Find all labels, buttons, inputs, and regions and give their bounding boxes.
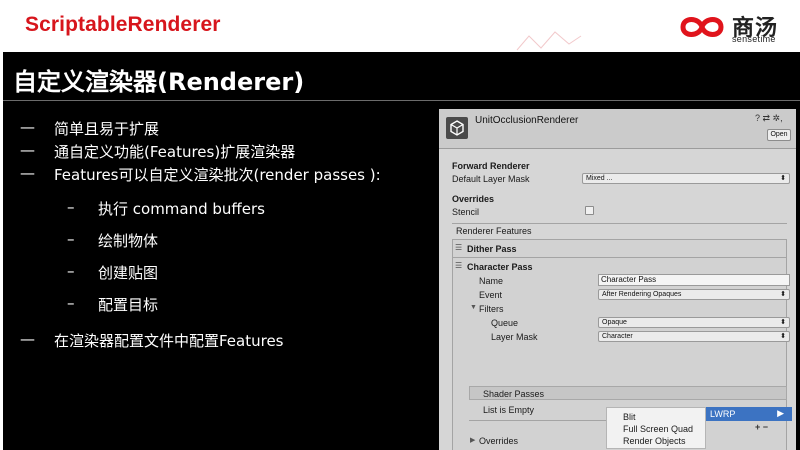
unity-cube-icon	[450, 120, 464, 136]
section-divider	[452, 223, 787, 224]
character-pass-label[interactable]: Character Pass	[467, 262, 533, 272]
logo-english-text: sensetime	[732, 34, 776, 44]
menu-item-lwrp[interactable]: LWRP ▶	[706, 407, 792, 421]
slide-heading: 自定义渲染器(Renderer)	[13, 68, 305, 96]
sub-bullet-text: 配置目标	[98, 296, 159, 314]
add-feature-context-menu: Blit Full Screen Quad Render Objects	[606, 407, 706, 449]
overrides-label: Overrides	[452, 194, 495, 204]
slide-title: ScriptableRenderer	[25, 13, 221, 36]
infinity-icon	[680, 17, 724, 37]
stencil-checkbox[interactable]	[585, 206, 594, 215]
sub-bullet-text: 创建贴图	[98, 264, 159, 282]
inspector-title: UnitOcclusionRenderer	[475, 115, 579, 126]
bullet-text: Features可以自定义渲染批次(render passes ):	[54, 166, 381, 184]
submenu-arrow-icon: ▶	[777, 408, 784, 418]
list-empty-label: List is Empty	[483, 405, 535, 415]
slide-body: 自定义渲染器(Renderer) — 简单且易于扩展 — 通自定义功能(Feat…	[3, 52, 800, 450]
sub-bullet-text: 绘制物体	[98, 232, 159, 250]
name-input[interactable]: Character Pass	[598, 274, 790, 286]
unity-inspector-panel: UnitOcclusionRenderer ? ⇄ ✲, Open Forwar…	[439, 109, 796, 450]
top-bar: ScriptableRenderer 商汤 sensetime	[0, 0, 800, 51]
filters-label[interactable]: Filters	[479, 304, 504, 314]
dropdown-value: After Rendering Opaques	[602, 291, 682, 298]
renderer-features-label: Renderer Features	[456, 226, 532, 236]
bullet-text: 在渲染器配置文件中配置Features	[54, 332, 284, 350]
dropdown-value: Opaque	[602, 319, 627, 326]
decorative-lines	[516, 31, 582, 51]
dither-pass-label[interactable]: Dither Pass	[467, 244, 517, 254]
foldout-triangle-icon[interactable]: ▼	[470, 304, 477, 311]
bullet-text: 通自定义功能(Features)扩展渲染器	[54, 143, 296, 161]
overrides-fold-label[interactable]: Overrides	[479, 436, 518, 446]
unity-icon	[446, 117, 468, 139]
menu-item-blit[interactable]: Blit	[623, 412, 636, 422]
layer-mask-label: Layer Mask	[491, 332, 538, 342]
bullet-dash: —	[20, 330, 35, 348]
bullet-dash: —	[20, 141, 35, 159]
foldout-triangle-icon[interactable]: ▶	[470, 436, 475, 444]
inspector-header-icons[interactable]: ? ⇄ ✲,	[755, 113, 783, 124]
inspector-header: UnitOcclusionRenderer ? ⇄ ✲, Open	[439, 109, 796, 149]
menu-item-full-screen-quad[interactable]: Full Screen Quad	[623, 424, 693, 434]
sub-bullet-dash: –	[67, 198, 75, 216]
default-layer-mask-dropdown[interactable]: Mixed ... ⬍	[582, 173, 790, 184]
bullet-text: 简单且易于扩展	[54, 120, 160, 138]
menu-item-render-objects[interactable]: Render Objects	[623, 436, 686, 446]
lwrp-label: LWRP	[710, 409, 736, 419]
sub-bullet-dash: –	[67, 230, 75, 248]
sensetime-logo: 商汤 sensetime	[675, 10, 795, 44]
bullet-dash: —	[20, 118, 35, 136]
dropdown-arrow-icon: ⬍	[780, 319, 786, 326]
dropdown-arrow-icon: ⬍	[780, 175, 786, 182]
name-label: Name	[479, 276, 504, 286]
forward-renderer-label: Forward Renderer	[452, 161, 530, 171]
event-label: Event	[479, 290, 503, 300]
queue-dropdown[interactable]: Opaque ⬍	[598, 317, 790, 328]
open-button[interactable]: Open	[767, 129, 791, 141]
sub-bullet-dash: –	[67, 262, 75, 280]
drag-handle-icon[interactable]: ☰	[455, 243, 462, 252]
shader-passes-add-remove[interactable]: + −	[755, 422, 768, 432]
event-dropdown[interactable]: After Rendering Opaques ⬍	[598, 289, 790, 300]
drag-handle-icon[interactable]: ☰	[455, 261, 462, 270]
shader-passes-label: Shader Passes	[483, 389, 545, 399]
stencil-label: Stencil	[452, 207, 480, 217]
dropdown-arrow-icon: ⬍	[780, 291, 786, 298]
dropdown-value: Mixed ...	[586, 175, 613, 182]
layer-mask-dropdown[interactable]: Character ⬍	[598, 331, 790, 342]
dropdown-arrow-icon: ⬍	[780, 333, 786, 340]
dropdown-value: Character	[602, 333, 633, 340]
default-layer-mask-label: Default Layer Mask	[452, 174, 530, 184]
heading-divider	[3, 100, 800, 101]
sub-bullet-text: 执行 command buffers	[98, 200, 265, 218]
queue-label: Queue	[491, 318, 519, 328]
item-divider	[452, 257, 787, 258]
bullet-dash: —	[20, 164, 35, 182]
sub-bullet-dash: –	[67, 294, 75, 312]
